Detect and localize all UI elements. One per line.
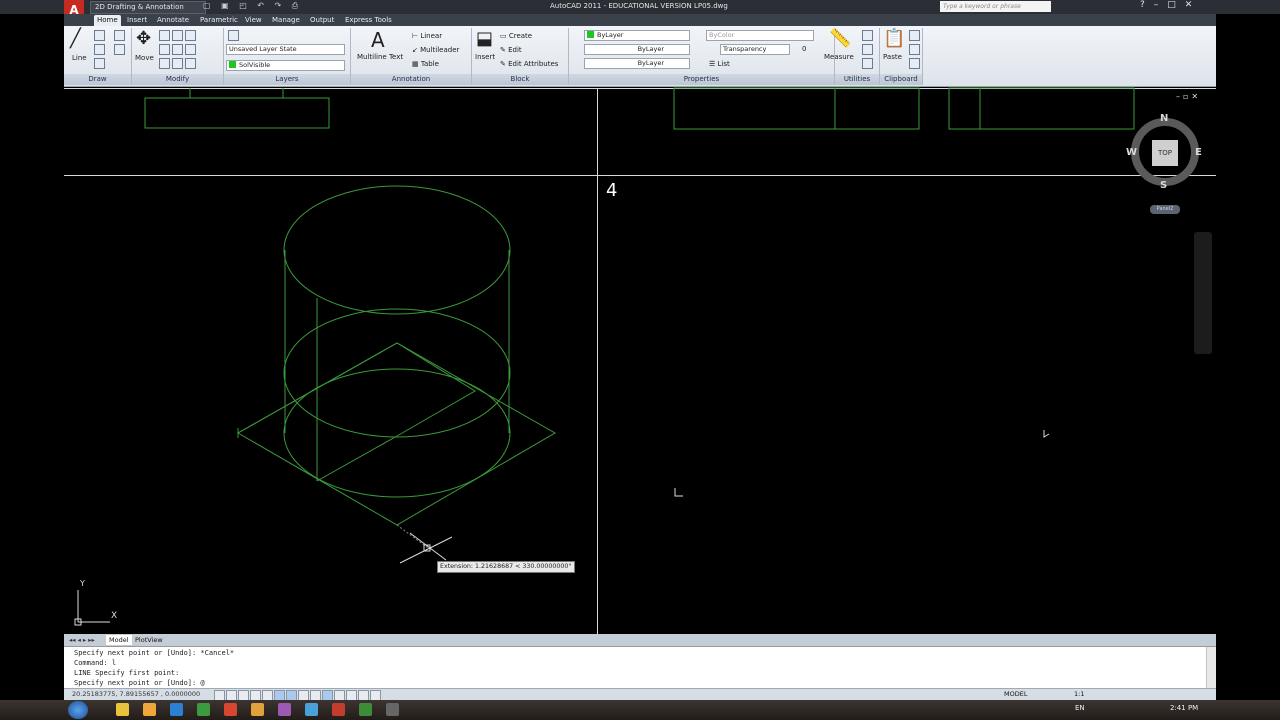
taskbar-app-icon[interactable] — [359, 703, 372, 716]
system-clock[interactable]: 2:41 PM — [1170, 704, 1198, 712]
language-indicator[interactable]: EN — [1075, 704, 1085, 712]
command-history-line: LINE Specify first point: — [74, 669, 180, 677]
compass-east[interactable]: E — [1195, 147, 1202, 158]
compass-west[interactable]: W — [1126, 147, 1137, 158]
viewport-number: 4 — [606, 180, 618, 201]
model-space-button[interactable]: MODEL — [1004, 690, 1027, 698]
tab-plotview[interactable]: PlotView — [132, 635, 166, 645]
dynamic-input-tooltip: Extension: 1.21628687 < 330.00000000° — [437, 561, 575, 573]
command-history-line: Command: l — [74, 659, 117, 667]
start-button-icon[interactable] — [68, 701, 88, 719]
command-scrollbar[interactable] — [1206, 647, 1216, 689]
taskbar-app-icon[interactable] — [197, 703, 210, 716]
wcs-menu-badge[interactable]: Panel2 — [1150, 205, 1180, 214]
compass-south[interactable]: S — [1160, 180, 1167, 191]
wireframe-drawing — [74, 87, 1199, 626]
navigation-bar[interactable] — [1194, 232, 1212, 354]
taskbar-app-icon[interactable] — [224, 703, 237, 716]
windows-taskbar — [0, 700, 1280, 720]
layout-nav-arrows[interactable]: ◂◂ ◂ ▸ ▸▸ — [66, 635, 98, 645]
command-input[interactable]: Specify next point or [Undo]: @ — [74, 679, 205, 687]
taskbar-app-icon[interactable] — [386, 703, 399, 716]
tab-model[interactable]: Model — [106, 635, 132, 645]
taskbar-app-icon[interactable] — [251, 703, 264, 716]
coordinate-readout[interactable]: 20.25183775, 7.89155657 , 0.0000000 — [72, 690, 200, 698]
layout-tab-bar: ◂◂ ◂ ▸ ▸▸ Model PlotView — [64, 634, 1216, 646]
viewport-window-controls[interactable]: –▫✕ — [1176, 92, 1201, 101]
taskbar-app-icon[interactable] — [170, 703, 183, 716]
ucs-x-label: X — [111, 611, 118, 621]
viewcube-top-face[interactable]: TOP — [1152, 140, 1178, 166]
command-line-window[interactable]: Specify next point or [Undo]: *Cancel* C… — [64, 646, 1216, 689]
command-history-line: Specify next point or [Undo]: *Cancel* — [74, 649, 235, 657]
annotation-scale[interactable]: 1:1 — [1074, 690, 1084, 698]
compass-north[interactable]: N — [1160, 113, 1168, 124]
taskbar-app-icon[interactable] — [116, 703, 129, 716]
taskbar-app-icon[interactable] — [332, 703, 345, 716]
ucs-y-label: Y — [80, 579, 85, 588]
taskbar-app-icon[interactable] — [143, 703, 156, 716]
taskbar-app-icon[interactable] — [278, 703, 291, 716]
taskbar-app-icon[interactable] — [305, 703, 318, 716]
